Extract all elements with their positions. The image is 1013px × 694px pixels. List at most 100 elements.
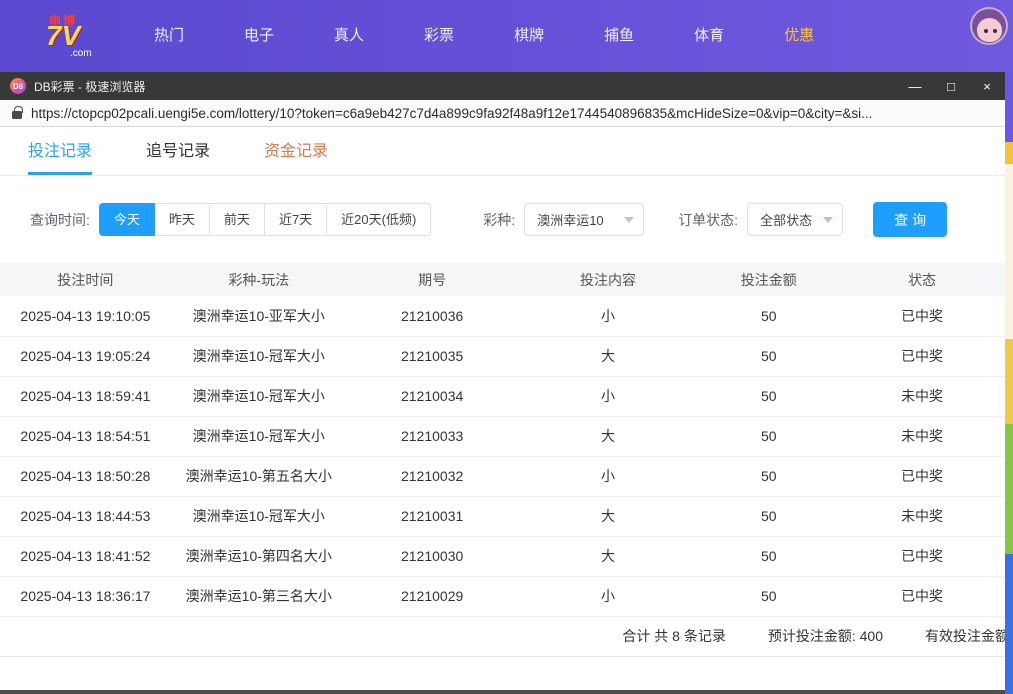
summary-expected-amount: 预计投注金额: 400 <box>768 626 883 646</box>
site-logo[interactable]: 申博 7V .com <box>46 11 110 61</box>
col-header-content: 投注内容 <box>518 263 699 296</box>
bet-records-table: 投注时间 彩种-玩法 期号 投注内容 投注金额 状态 2025-04-13 19… <box>0 263 1005 617</box>
cell-amount: 50 <box>698 496 839 536</box>
cell-issue: 21210032 <box>347 456 518 496</box>
lottery-select-value: 澳洲幸运10 <box>537 210 603 229</box>
cell-status: 未中奖 <box>839 496 1005 536</box>
cell-bet-time: 2025-04-13 18:44:53 <box>0 496 171 536</box>
cell-content: 大 <box>518 416 699 456</box>
cell-game-play: 澳洲幸运10-冠军大小 <box>171 416 347 456</box>
query-button[interactable]: 查询 <box>873 202 947 237</box>
table-row: 2025-04-13 18:54:51 澳洲幸运10-冠军大小 21210033… <box>0 416 1005 456</box>
site-header: 申博 7V .com 热门 电子 真人 彩票 棋牌 捕鱼 体育 优惠 <box>0 0 1013 72</box>
cell-status: 已中奖 <box>839 456 1005 496</box>
cell-issue: 21210035 <box>347 336 518 376</box>
table-row: 2025-04-13 18:36:17 澳洲幸运10-第三名大小 2121002… <box>0 576 1005 616</box>
cell-bet-time: 2025-04-13 18:59:41 <box>0 376 171 416</box>
cell-content: 大 <box>518 496 699 536</box>
window-title: DB彩票 - 极速浏览器 <box>34 78 145 95</box>
summary-total-count: 合计 共 8 条记录 <box>622 626 725 646</box>
lock-icon <box>12 111 22 119</box>
cell-amount: 50 <box>698 376 839 416</box>
cell-amount: 50 <box>698 416 839 456</box>
logo-text-com: .com <box>70 48 92 59</box>
tab-chase-records[interactable]: 追号记录 <box>146 127 210 175</box>
cell-game-play: 澳洲幸运10-亚军大小 <box>171 296 347 336</box>
order-status-select-value: 全部状态 <box>760 210 812 229</box>
nav-item-cards[interactable]: 棋牌 <box>484 0 574 72</box>
app-icon: D8 <box>10 78 26 94</box>
col-header-amount: 投注金额 <box>698 263 839 296</box>
col-header-game-play: 彩种-玩法 <box>171 263 347 296</box>
table-summary: 合计 共 8 条记录 预计投注金额: 400 有效投注金额 <box>0 617 1005 657</box>
order-status-filter-label: 订单状态: <box>678 210 738 230</box>
chevron-down-icon <box>823 217 833 223</box>
cell-issue: 21210033 <box>347 416 518 456</box>
logo-text-main: 7V <box>46 22 80 50</box>
record-tabs: 投注记录 追号记录 资金记录 <box>0 127 1005 176</box>
window-bottom-edge <box>0 690 1005 694</box>
cell-issue: 21210029 <box>347 576 518 616</box>
order-status-select[interactable]: 全部状态 <box>747 203 843 236</box>
table-row: 2025-04-13 18:44:53 澳洲幸运10-冠军大小 21210031… <box>0 496 1005 536</box>
time-option-7days[interactable]: 近7天 <box>264 203 327 236</box>
cell-content: 大 <box>518 336 699 376</box>
cell-status: 未中奖 <box>839 376 1005 416</box>
cell-game-play: 澳洲幸运10-冠军大小 <box>171 496 347 536</box>
cell-issue: 21210031 <box>347 496 518 536</box>
nav-item-slots[interactable]: 电子 <box>214 0 304 72</box>
nav-item-sports[interactable]: 体育 <box>664 0 754 72</box>
cell-status: 已中奖 <box>839 296 1005 336</box>
lottery-select[interactable]: 澳洲幸运10 <box>524 203 644 236</box>
cell-issue: 21210030 <box>347 536 518 576</box>
cell-content: 小 <box>518 576 699 616</box>
cell-status: 已中奖 <box>839 576 1005 616</box>
cell-content: 小 <box>518 376 699 416</box>
tab-bet-records[interactable]: 投注记录 <box>28 127 92 175</box>
browser-window: D8 DB彩票 - 极速浏览器 — □ × https://ctopcp02pc… <box>0 72 1005 694</box>
address-bar[interactable]: https://ctopcp02pcali.uengi5e.com/lotter… <box>0 100 1005 127</box>
cell-amount: 50 <box>698 296 839 336</box>
cell-issue: 21210034 <box>347 376 518 416</box>
table-header-row: 投注时间 彩种-玩法 期号 投注内容 投注金额 状态 <box>0 263 1005 296</box>
table-row: 2025-04-13 18:50:28 澳洲幸运10-第五名大小 2121003… <box>0 456 1005 496</box>
tab-fund-records[interactable]: 资金记录 <box>264 127 328 175</box>
time-filter-group: 今天 昨天 前天 近7天 近20天(低频) <box>99 203 431 236</box>
nav-item-promo[interactable]: 优惠 <box>754 0 844 72</box>
page-content: 投注记录 追号记录 资金记录 查询时间: 今天 昨天 前天 近7天 近20天(低… <box>0 127 1005 693</box>
cell-game-play: 澳洲幸运10-第四名大小 <box>171 536 347 576</box>
cell-issue: 21210036 <box>347 296 518 336</box>
url-text[interactable]: https://ctopcp02pcali.uengi5e.com/lotter… <box>31 106 872 121</box>
nav-item-hot[interactable]: 热门 <box>124 0 214 72</box>
col-header-issue: 期号 <box>347 263 518 296</box>
table-row: 2025-04-13 18:41:52 澳洲幸运10-第四名大小 2121003… <box>0 536 1005 576</box>
nav-item-fishing[interactable]: 捕鱼 <box>574 0 664 72</box>
time-option-yesterday[interactable]: 昨天 <box>154 203 210 236</box>
background-page-sliver <box>1005 72 1013 694</box>
cell-content: 大 <box>518 536 699 576</box>
close-button[interactable]: × <box>969 72 1005 100</box>
cell-bet-time: 2025-04-13 18:41:52 <box>0 536 171 576</box>
cell-status: 未中奖 <box>839 416 1005 456</box>
user-avatar[interactable] <box>970 7 1008 45</box>
maximize-button[interactable]: □ <box>933 72 969 100</box>
cell-bet-time: 2025-04-13 18:54:51 <box>0 416 171 456</box>
time-option-20days[interactable]: 近20天(低频) <box>326 203 431 236</box>
cell-content: 小 <box>518 296 699 336</box>
nav-item-live[interactable]: 真人 <box>304 0 394 72</box>
time-filter-label: 查询时间: <box>30 210 90 230</box>
cell-amount: 50 <box>698 536 839 576</box>
col-header-status: 状态 <box>839 263 1005 296</box>
main-nav: 热门 电子 真人 彩票 棋牌 捕鱼 体育 优惠 <box>124 0 844 72</box>
table-row: 2025-04-13 18:59:41 澳洲幸运10-冠军大小 21210034… <box>0 376 1005 416</box>
time-option-2days-ago[interactable]: 前天 <box>209 203 265 236</box>
cell-amount: 50 <box>698 576 839 616</box>
cell-bet-time: 2025-04-13 19:05:24 <box>0 336 171 376</box>
cell-status: 已中奖 <box>839 336 1005 376</box>
cell-bet-time: 2025-04-13 18:50:28 <box>0 456 171 496</box>
time-option-today[interactable]: 今天 <box>99 203 155 236</box>
cell-game-play: 澳洲幸运10-冠军大小 <box>171 336 347 376</box>
nav-item-lottery[interactable]: 彩票 <box>394 0 484 72</box>
col-header-bet-time: 投注时间 <box>0 263 171 296</box>
minimize-button[interactable]: — <box>897 72 933 100</box>
